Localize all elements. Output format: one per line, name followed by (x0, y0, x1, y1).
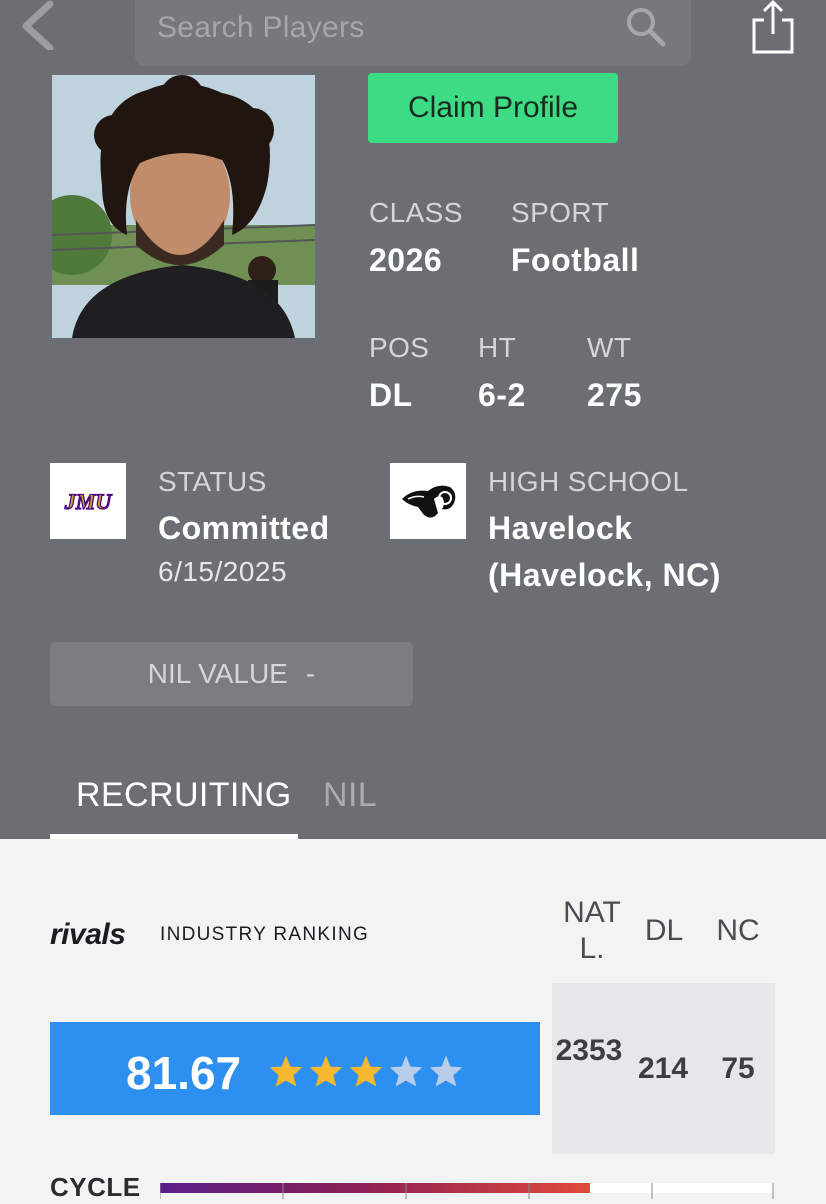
active-tab-indicator (50, 834, 298, 839)
star-empty-icon (429, 1055, 463, 1087)
tab-recruiting[interactable]: RECRUITING (76, 776, 292, 815)
star-filled-icon (269, 1055, 303, 1087)
nil-value-label: NIL VALUE (147, 658, 288, 689)
star-filled-icon (349, 1055, 383, 1087)
star-filled-icon (309, 1055, 343, 1087)
share-button[interactable] (750, 0, 796, 56)
commit-date: 6/15/2025 (158, 556, 288, 587)
position-value: DL (369, 377, 413, 413)
jmu-logo-text: JMU (64, 489, 113, 514)
ram-icon (402, 485, 456, 518)
state-rank-value: 75 (721, 1052, 755, 1085)
rating-bar[interactable]: 81.67 (50, 1022, 540, 1115)
high-school-logo[interactable] (390, 463, 466, 539)
status-value: Committed (158, 510, 330, 546)
share-icon (752, 0, 794, 54)
high-school-label: HIGH SCHOOL (488, 466, 689, 497)
star-rating (268, 1054, 464, 1088)
back-button[interactable] (18, 0, 58, 52)
position-rank-value: 214 (637, 1052, 689, 1085)
national-rank-header: NAT L. (563, 896, 621, 965)
height-label: HT (478, 332, 517, 363)
rating-score: 81.67 (126, 1047, 242, 1099)
claim-profile-button[interactable]: Claim Profile (368, 73, 618, 143)
national-rank-value: 2353 (555, 1034, 623, 1067)
search-bar[interactable]: Search Players (135, 0, 691, 66)
weight-label: WT (587, 332, 632, 363)
rivals-logo: rivals (50, 918, 126, 951)
star-empty-icon (389, 1055, 423, 1087)
player-photo (52, 75, 315, 338)
sport-value: Football (511, 242, 640, 278)
class-value: 2026 (369, 242, 443, 278)
search-input[interactable]: Search Players (157, 11, 365, 45)
sport-label: SPORT (511, 197, 609, 228)
state-rank-header: NC (716, 914, 760, 947)
high-school-name[interactable]: Havelock (488, 510, 633, 547)
chevron-left-icon (22, 0, 54, 52)
nil-value-amount: - (305, 658, 316, 689)
high-school-location: (Havelock, NC) (488, 557, 721, 593)
class-label: CLASS (369, 197, 463, 228)
tab-nil[interactable]: NIL (323, 776, 377, 815)
college-logo[interactable]: JMU (50, 463, 126, 539)
weight-value: 275 (587, 377, 642, 413)
cycle-label: CYCLE (50, 1172, 141, 1202)
industry-ranking-title: INDUSTRY RANKING (160, 924, 370, 945)
position-rank-header: DL (644, 914, 684, 947)
nil-value-button[interactable]: NIL VALUE - (50, 642, 413, 706)
height-value: 6-2 (478, 377, 526, 413)
position-label: POS (369, 332, 430, 363)
search-icon[interactable] (623, 4, 667, 48)
status-label: STATUS (158, 466, 267, 497)
cycle-progress-bar (159, 1183, 774, 1199)
